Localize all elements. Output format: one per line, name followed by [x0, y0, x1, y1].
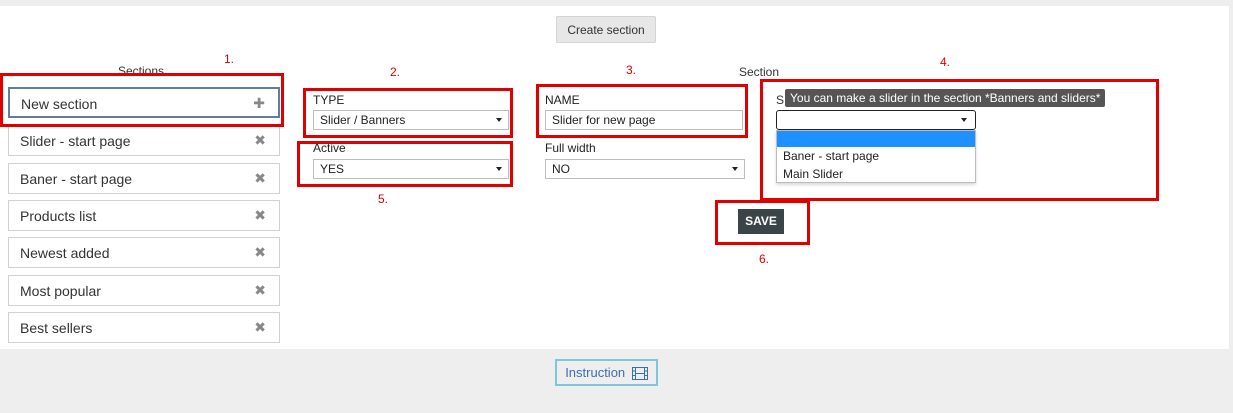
sidebar-item-products-list[interactable]: Products list ✖	[8, 200, 280, 231]
annotation-box-4	[760, 79, 1159, 201]
full-width-label: Full width	[545, 141, 596, 155]
sidebar-item-label: Products list	[20, 208, 97, 224]
annotation-box-6	[715, 200, 810, 245]
delete-icon[interactable]: ✖	[254, 319, 266, 336]
sidebar-item-label: Slider - start page	[20, 133, 131, 149]
delete-icon[interactable]: ✖	[254, 207, 266, 224]
sidebar-item-best-sellers[interactable]: Best sellers ✖	[8, 312, 280, 343]
annotation-box-1	[0, 73, 284, 127]
delete-icon[interactable]: ✖	[254, 244, 266, 261]
sidebar-item-label: Most popular	[20, 283, 101, 299]
annotation-number-6: 6.	[759, 252, 770, 266]
annotation-number-5: 5.	[378, 192, 389, 206]
annotation-number-4: 4.	[940, 55, 951, 69]
annotation-number-1: 1.	[224, 52, 235, 66]
sidebar-item-most-popular[interactable]: Most popular ✖	[8, 275, 280, 306]
chevron-down-icon	[732, 167, 738, 171]
annotation-number-3: 3.	[626, 63, 637, 77]
create-section-button[interactable]: Create section	[556, 16, 656, 43]
full-width-select-value: NO	[552, 162, 570, 176]
instruction-label: Instruction	[565, 365, 626, 380]
sidebar-item-newest-added[interactable]: Newest added ✖	[8, 237, 280, 268]
annotation-box-3	[536, 84, 748, 138]
sidebar-item-label: Newest added	[20, 245, 110, 261]
delete-icon[interactable]: ✖	[254, 170, 266, 187]
full-width-select[interactable]: NO	[545, 159, 745, 179]
delete-icon[interactable]: ✖	[254, 132, 266, 149]
sidebar-item-label: Best sellers	[20, 320, 93, 336]
sidebar-item-slider-start-page[interactable]: Slider - start page ✖	[8, 125, 280, 156]
annotation-box-5	[297, 141, 513, 187]
film-icon	[631, 367, 648, 381]
instruction-button[interactable]: Instruction	[555, 359, 658, 386]
sidebar-item-label: Baner - start page	[20, 171, 133, 187]
delete-icon[interactable]: ✖	[254, 282, 266, 299]
sidebar-item-baner-start-page[interactable]: Baner - start page ✖	[8, 163, 280, 194]
annotation-box-2	[303, 88, 513, 138]
annotation-number-2: 2.	[390, 65, 401, 79]
section-heading: Section	[739, 65, 780, 79]
